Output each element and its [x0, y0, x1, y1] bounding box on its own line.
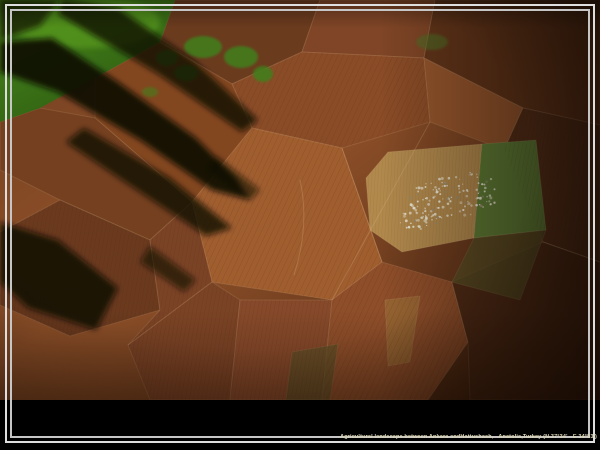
caption-title: Agricultural landscape between Ankara an…	[340, 434, 597, 440]
wallpaper-canvas: Agricultural landscape between Ankara an…	[0, 0, 600, 450]
aerial-photo-svg	[0, 0, 600, 400]
global-vignette	[0, 0, 600, 400]
caption: Agricultural landscape between Ankara an…	[340, 399, 597, 450]
aerial-photo	[0, 0, 600, 400]
